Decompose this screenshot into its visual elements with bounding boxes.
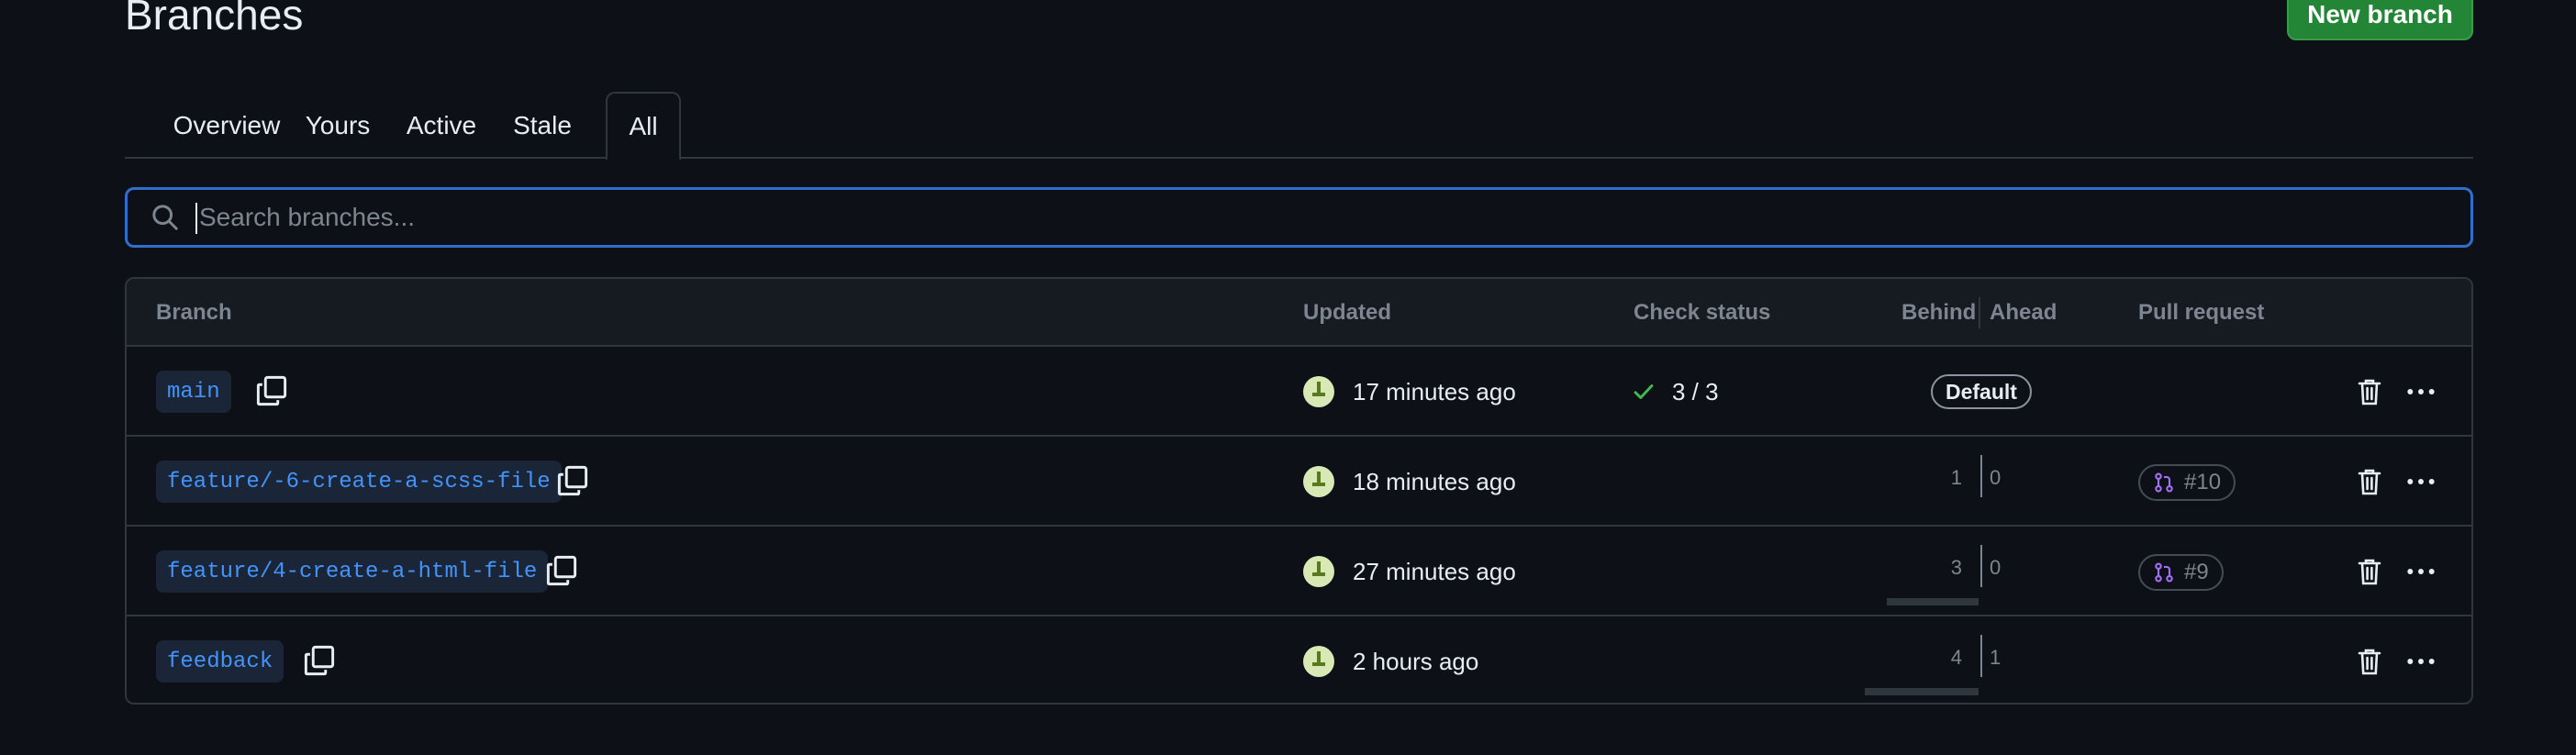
pull-request-number: #10 <box>2184 470 2222 494</box>
table-row: main 17 minutes ago 3 / 3 Default <box>127 347 2471 437</box>
updated-time: 17 minutes ago <box>1353 377 1516 405</box>
table-header: Branch Updated Check status Behind Ahead… <box>127 279 2471 347</box>
search-input[interactable] <box>197 194 2470 241</box>
avatar[interactable] <box>1303 376 1334 407</box>
branch-name-link[interactable]: feature/4-create-a-html-file <box>156 550 549 593</box>
table-row: feature/-6-create-a-scss-file 18 minutes… <box>127 437 2471 527</box>
behind-count: 1 <box>1950 466 1962 489</box>
trash-icon[interactable] <box>2355 646 2384 677</box>
branches-table: Branch Updated Check status Behind Ahead… <box>125 277 2473 705</box>
copy-icon[interactable] <box>545 554 578 587</box>
avatar[interactable] <box>1303 646 1334 677</box>
column-ahead: Ahead <box>1990 300 2057 325</box>
git-pull-request-icon <box>2155 472 2173 493</box>
tab-stale[interactable]: Stale <box>496 92 589 159</box>
copy-icon[interactable] <box>255 374 288 407</box>
behind-count: 3 <box>1950 556 1962 579</box>
behind-ahead-divider <box>1980 635 1982 677</box>
page-title: Branches <box>125 0 304 39</box>
updated-time: 18 minutes ago <box>1353 467 1516 495</box>
text-caret <box>195 203 197 234</box>
trash-icon[interactable] <box>2355 556 2384 587</box>
tab-yours[interactable]: Yours <box>288 92 387 159</box>
ahead-count: 0 <box>1990 556 2002 579</box>
check-status[interactable]: 3 / 3 <box>1632 347 1719 437</box>
behind-ahead-divider <box>1980 455 1982 497</box>
branch-name-link[interactable]: feedback <box>156 640 284 683</box>
git-pull-request-icon <box>2155 562 2173 583</box>
behind-bar <box>1887 598 1979 605</box>
behind-bar <box>1865 688 1979 695</box>
kebab-horizontal-icon[interactable] <box>2404 556 2437 587</box>
tab-active[interactable]: Active <box>391 92 492 159</box>
copy-icon[interactable] <box>303 644 336 677</box>
avatar[interactable] <box>1303 556 1334 587</box>
table-row: feedback 2 hours ago 4 1 <box>127 616 2471 703</box>
branch-name-link[interactable]: feature/-6-create-a-scss-file <box>156 461 562 503</box>
behind-count: 4 <box>1950 646 1962 669</box>
updated-time: 2 hours ago <box>1353 647 1479 675</box>
check-count: 3 / 3 <box>1672 377 1719 405</box>
search-box[interactable] <box>125 187 2473 248</box>
kebab-horizontal-icon[interactable] <box>2404 466 2437 497</box>
tab-all[interactable]: All <box>606 92 681 161</box>
kebab-horizontal-icon[interactable] <box>2404 376 2437 407</box>
check-icon <box>1634 384 1654 399</box>
column-behind: Behind <box>1901 300 1977 325</box>
column-divider <box>1979 279 1980 347</box>
table-row: feature/4-create-a-html-file 27 minutes … <box>127 527 2471 616</box>
avatar[interactable] <box>1303 466 1334 497</box>
updated-time: 27 minutes ago <box>1353 557 1516 585</box>
pull-request-number: #9 <box>2184 560 2209 584</box>
pull-request-badge[interactable]: #9 <box>2138 554 2224 591</box>
ahead-count: 1 <box>1990 646 2002 669</box>
kebab-horizontal-icon[interactable] <box>2404 646 2437 677</box>
column-pull-request: Pull request <box>2138 300 2265 325</box>
tab-overview[interactable]: Overview <box>149 92 305 159</box>
behind-ahead-divider <box>1980 545 1982 587</box>
trash-icon[interactable] <box>2355 466 2384 497</box>
trash-icon[interactable] <box>2355 376 2384 407</box>
column-check-status: Check status <box>1634 300 1771 325</box>
pull-request-badge[interactable]: #10 <box>2138 464 2236 501</box>
ahead-count: 0 <box>1990 466 2002 489</box>
search-icon <box>152 205 178 230</box>
copy-icon[interactable] <box>556 464 589 497</box>
branch-name-link[interactable]: main <box>156 371 231 413</box>
column-branch: Branch <box>156 300 232 325</box>
default-badge: Default <box>1931 374 2032 409</box>
branch-tabs: Overview Yours Active Stale All <box>125 92 2473 161</box>
column-updated: Updated <box>1303 300 1391 325</box>
new-branch-button[interactable]: New branch <box>2287 0 2473 40</box>
